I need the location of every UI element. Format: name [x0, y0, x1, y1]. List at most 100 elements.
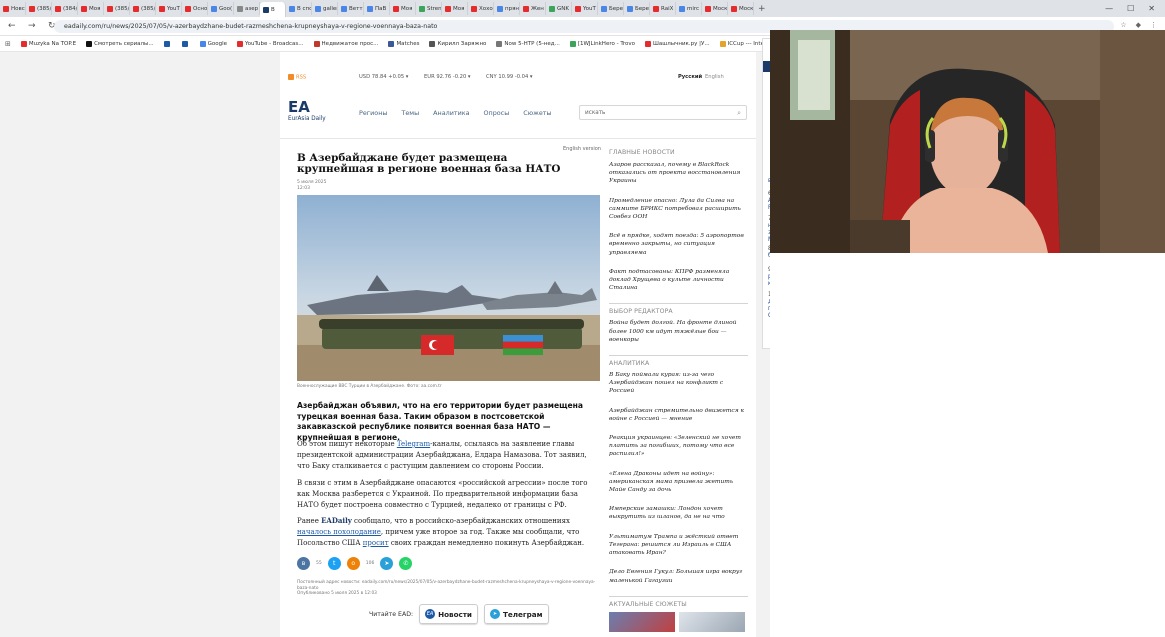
- menu-item[interactable]: Темы: [401, 109, 419, 117]
- browser-tab[interactable]: Моя: [442, 2, 468, 15]
- bookmark-item[interactable]: Muzyka Na TOP.E: [16, 40, 81, 47]
- bookmark-item[interactable]: Matches: [383, 40, 424, 47]
- sidebar-news-link[interactable]: Факт подтасованы: КПРФ разменяла доклад …: [609, 268, 748, 293]
- eadaily-brand: EADaily: [321, 516, 352, 525]
- browser-tab[interactable]: В спс: [286, 2, 312, 15]
- bookmark-item[interactable]: [177, 40, 195, 47]
- lang-en[interactable]: English: [705, 74, 724, 80]
- ok-share-count: 106: [365, 561, 375, 566]
- news-button[interactable]: EA Новости: [419, 604, 478, 624]
- browser-tab[interactable]: Моя: [78, 2, 104, 15]
- close-icon[interactable]: ✕: [1148, 4, 1155, 13]
- bookmark-item[interactable]: [159, 40, 177, 47]
- sidebar-news-link[interactable]: Имперские замашки: Лондон хочет выкрутит…: [609, 505, 748, 521]
- telegram-button[interactable]: ➤ Телеграм: [483, 604, 549, 624]
- tab-favicon-icon: [315, 5, 321, 12]
- tab-label: ПаВ: [375, 5, 387, 12]
- telegram-link[interactable]: Telegram: [397, 440, 430, 448]
- browser-tab[interactable]: YouT: [572, 2, 598, 15]
- topic-thumbnail[interactable]: [609, 611, 675, 632]
- sidebar-news-link[interactable]: Промедление опасно: Лула да Силва на сам…: [609, 197, 748, 222]
- bookmark-item[interactable]: YouTube - Broadcas...: [232, 40, 309, 47]
- menu-item[interactable]: Опросы: [484, 109, 510, 117]
- browser-tab[interactable]: GNK: [546, 2, 572, 15]
- browser-tab[interactable]: (385/: [104, 2, 130, 15]
- browser-tab[interactable]: прян: [494, 2, 520, 15]
- ok-share-icon[interactable]: о: [346, 557, 360, 570]
- article-photo[interactable]: [297, 195, 600, 381]
- browser-tab[interactable]: Хохо: [468, 2, 494, 15]
- browser-tab[interactable]: mirc: [676, 2, 702, 15]
- rss-link[interactable]: RSS: [288, 74, 306, 81]
- browser-tab[interactable]: В: [260, 2, 286, 17]
- sidebar-news-link[interactable]: Азаров рассказал, почему в BlackRock отк…: [609, 161, 748, 186]
- new-tab-icon[interactable]: +: [754, 4, 770, 14]
- browser-tab[interactable]: (385/: [130, 2, 156, 15]
- sidebar-news-link[interactable]: Азербайджан стремительно движется к войн…: [609, 407, 748, 423]
- browser-tab[interactable]: Stren: [416, 2, 442, 15]
- telegram-share-icon[interactable]: ➤: [380, 557, 394, 570]
- browser-tab[interactable]: Goo(: [208, 2, 234, 15]
- menu-item[interactable]: Аналитика: [433, 109, 469, 117]
- browser-tab[interactable]: ПаВ: [364, 2, 390, 15]
- cooling-link[interactable]: началось похолодание: [297, 528, 381, 536]
- browser-tab[interactable]: Бере: [598, 2, 624, 15]
- browser-tab[interactable]: Моск: [702, 2, 728, 15]
- bookmark-favicon-icon: [569, 40, 576, 47]
- search-input[interactable]: искать ⌕: [579, 105, 747, 120]
- browser-tab[interactable]: Моск: [728, 2, 754, 15]
- lang-ru[interactable]: Русский: [678, 74, 702, 80]
- browser-tab[interactable]: Бере: [624, 2, 650, 15]
- article-date: 5 июля 2025 12:03: [297, 180, 326, 191]
- bookmark-item[interactable]: [1WJLinkHero - Trovo: [565, 40, 640, 47]
- star-icon[interactable]: ☆: [1120, 21, 1126, 29]
- back-icon[interactable]: ←: [8, 21, 20, 31]
- asks-link[interactable]: просит: [363, 539, 389, 547]
- browser-tab[interactable]: Ветт: [338, 2, 364, 15]
- browser-tab[interactable]: Жен: [520, 2, 546, 15]
- window-controls: — ☐ ✕: [1105, 4, 1165, 13]
- currency-bar: RSS USD 78.84 +0.05 ▾ EUR 92.76 -0.20 ▾ …: [285, 72, 755, 84]
- browser-tab[interactable]: (384/: [52, 2, 78, 15]
- bookmark-item[interactable]: Кирилл Заряжно: [424, 40, 491, 47]
- vk-share-icon[interactable]: в: [297, 557, 310, 570]
- bookmark-item[interactable]: Смотреть сериалы...: [81, 40, 159, 47]
- browser-tab[interactable]: Осно: [182, 2, 208, 15]
- forward-icon[interactable]: →: [28, 21, 40, 31]
- apps-icon[interactable]: ⊞: [0, 40, 16, 48]
- browser-tab[interactable]: RaiX: [650, 2, 676, 15]
- bookmark-item[interactable]: Now 5-НТР (5-нед...: [491, 40, 564, 47]
- maximize-icon[interactable]: ☐: [1127, 4, 1134, 13]
- site-logo[interactable]: EA EurAsia Daily: [288, 99, 336, 127]
- browser-tab[interactable]: Моя: [390, 2, 416, 15]
- tab-label: Жен: [531, 5, 544, 12]
- bookmark-item[interactable]: Google: [195, 40, 232, 47]
- browser-tab[interactable]: galler: [312, 2, 338, 15]
- english-version-link[interactable]: English version: [563, 146, 601, 152]
- editor-choice-heading: ВЫБОР РЕДАКТОРА: [609, 303, 748, 319]
- browser-tab[interactable]: (385/: [26, 2, 52, 15]
- address-actions: ☆ ◆ ⋮: [1120, 21, 1157, 29]
- menu-icon[interactable]: ⋮: [1150, 21, 1157, 29]
- topic-thumbnail[interactable]: [679, 611, 745, 632]
- bookmark-item[interactable]: Шашлычник.ру |У...: [640, 40, 715, 47]
- browser-tab[interactable]: азер: [234, 2, 260, 15]
- menu-item[interactable]: Сюжеты: [523, 109, 551, 117]
- sidebar-news-link[interactable]: Дело Евгения Гукул: Большая игра вокруг …: [609, 568, 748, 584]
- twitter-share-icon[interactable]: t: [327, 557, 341, 570]
- sidebar-news-link[interactable]: Ультиматум Трампа и жёсткий ответ Тегера…: [609, 533, 748, 558]
- sidebar-news-link[interactable]: Реакция украинцев: «Зеленский не хочет п…: [609, 434, 748, 459]
- tab-label: Моя: [401, 5, 413, 12]
- search-icon[interactable]: ⌕: [737, 109, 741, 118]
- sidebar-news-link[interactable]: «Елена Драконы идет на войну»: американс…: [609, 470, 748, 495]
- bookmark-item[interactable]: Недвижатое прос...: [309, 40, 384, 47]
- browser-tab[interactable]: YouT: [156, 2, 182, 15]
- menu-item[interactable]: Регионы: [359, 109, 387, 117]
- sidebar-news-link[interactable]: Всё в прядке, ходят поезда: 5 аэропортов…: [609, 232, 748, 257]
- minimize-icon[interactable]: —: [1105, 4, 1113, 13]
- sidebar-news-link[interactable]: Война будет долгой. На фронте длиной бол…: [609, 319, 748, 344]
- extension-icon[interactable]: ◆: [1136, 21, 1141, 29]
- browser-tab[interactable]: Новс: [0, 2, 26, 15]
- whatsapp-share-icon[interactable]: ✆: [399, 557, 413, 570]
- sidebar-news-link[interactable]: В Баку поймали курая: из-за чего Азербай…: [609, 371, 748, 396]
